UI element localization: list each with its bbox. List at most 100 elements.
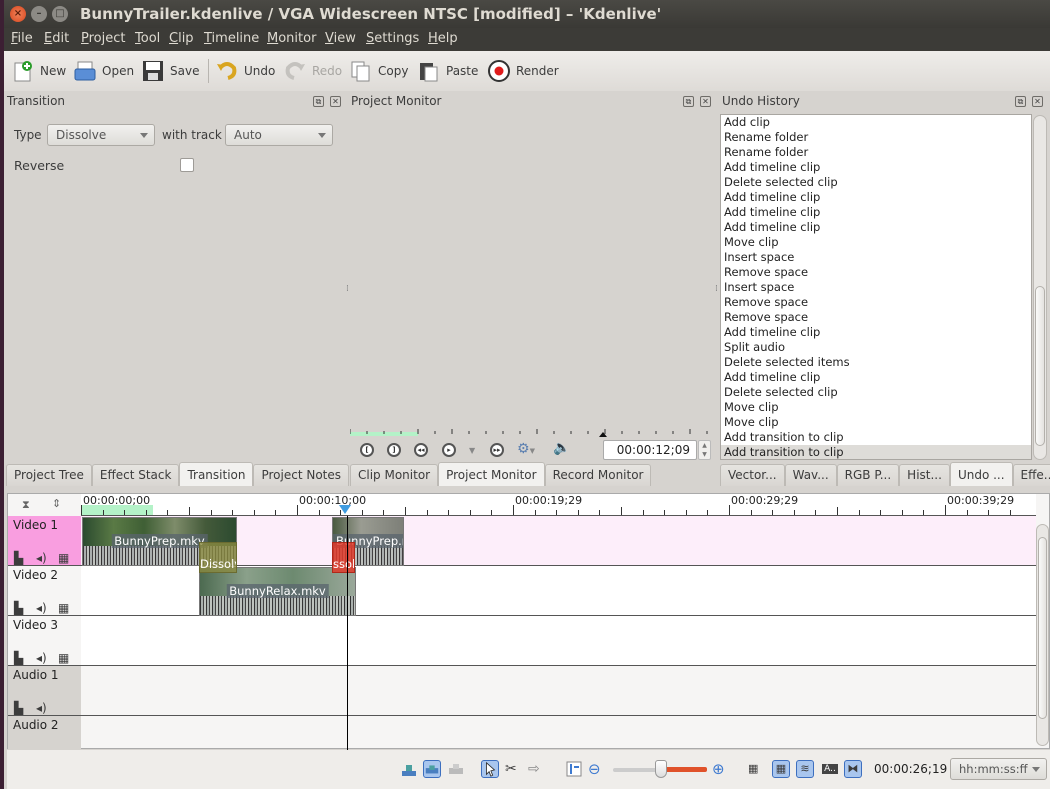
minimize-icon[interactable]: – (31, 6, 47, 22)
float-icon[interactable]: ⧉ (1015, 96, 1026, 107)
markers-icon[interactable]: A.. (822, 764, 838, 774)
collapse-tracks-icon[interactable]: ⧗ (22, 498, 30, 512)
list-item[interactable]: Rename folder (721, 130, 1031, 145)
list-item[interactable]: Delete selected clip (721, 175, 1031, 190)
list-item[interactable]: Move clip (721, 415, 1031, 430)
splitter-handle-left[interactable]: ⁞ (346, 284, 349, 294)
tab-histogram[interactable]: Hist... (899, 464, 950, 486)
menu-timeline[interactable]: Timeline (204, 31, 259, 46)
timeline-clip[interactable]: BunnyRelax.mkv (199, 567, 356, 616)
menu-monitor[interactable]: Monitor (267, 31, 316, 46)
track-header-video-3[interactable]: Video 3 ▙ ◂) ▦ (8, 616, 81, 666)
monitor-timecode-field[interactable]: 00:00:12;09 (603, 440, 697, 460)
list-item[interactable]: Move clip (721, 400, 1031, 415)
rewind-icon[interactable]: ◂◂ (414, 443, 428, 457)
list-item[interactable]: Add timeline clip (721, 220, 1031, 235)
timecode-spinner[interactable]: ▲ ▼ (698, 440, 711, 460)
hide-video-icon[interactable]: ▦ (58, 651, 70, 665)
menu-file[interactable]: File (11, 31, 33, 46)
zoom-slider-handle[interactable] (655, 760, 667, 778)
menu-help[interactable]: Help (428, 31, 458, 46)
menu-project[interactable]: Project (81, 31, 126, 46)
tab-project-tree[interactable]: Project Tree (6, 464, 92, 486)
time-format-select[interactable]: hh:mm:ss:ff (950, 758, 1047, 780)
close-icon[interactable]: ✕ (700, 96, 711, 107)
tab-undo-history[interactable]: Undo ... (949, 462, 1013, 486)
with-track-select[interactable]: Auto (225, 124, 333, 146)
zoom-in-icon[interactable]: ⊕ (712, 760, 730, 778)
paste-button[interactable]: Paste (418, 59, 478, 83)
tab-effect-stack[interactable]: Effect Stack (91, 464, 180, 486)
insert-mode-icon[interactable] (423, 760, 441, 778)
list-item[interactable]: Add timeline clip (721, 205, 1031, 220)
list-item[interactable]: Remove space (721, 295, 1031, 310)
mute-audio-icon[interactable]: ◂) (36, 651, 48, 665)
zoom-slider-track[interactable] (613, 768, 661, 772)
forward-icon[interactable]: ▸▸ (490, 443, 504, 457)
menu-tool[interactable]: Tool (135, 31, 160, 46)
close-icon[interactable]: ✕ (330, 96, 341, 107)
menu-edit[interactable]: Edit (44, 31, 69, 46)
transition-dissolve[interactable]: Dissolv (199, 542, 237, 573)
list-item[interactable]: Remove space (721, 265, 1031, 280)
fit-zoom-icon[interactable] (565, 760, 583, 778)
list-item[interactable]: Add timeline clip (721, 190, 1031, 205)
scrollbar-thumb[interactable] (1038, 537, 1047, 719)
mute-audio-icon[interactable]: ◂) (36, 701, 48, 715)
splitter-handle-right[interactable]: ⁞ (715, 284, 718, 294)
list-item[interactable]: Add timeline clip (721, 325, 1031, 340)
razor-tool-icon[interactable]: ✂ (505, 760, 523, 778)
lock-icon[interactable]: ▙ (14, 701, 26, 715)
monitor-ruler[interactable] (350, 424, 712, 438)
zoom-out-icon[interactable]: ⊖ (588, 760, 606, 778)
redo-button[interactable]: Redo (284, 59, 342, 83)
timeline-vertical-scrollbar[interactable] (1036, 524, 1049, 746)
lock-icon[interactable]: ▙ (14, 651, 26, 665)
track-header-video-1[interactable]: Video 1 ▙ ◂) ▦ (8, 516, 81, 566)
list-item[interactable]: Delete selected items (721, 355, 1031, 370)
snap-icon[interactable]: ⧓ (844, 760, 862, 778)
list-item[interactable]: Insert space (721, 250, 1031, 265)
settings-icon[interactable]: ⚙▼ (517, 441, 535, 457)
track-header-audio-2[interactable]: Audio 2 (8, 716, 81, 750)
tab-record-monitor[interactable]: Record Monitor (544, 464, 652, 486)
lock-icon[interactable]: ▙ (14, 601, 26, 615)
list-item[interactable]: Rename folder (721, 145, 1031, 160)
list-item[interactable]: Insert space (721, 280, 1031, 295)
tab-transition[interactable]: Transition (179, 462, 254, 486)
list-item[interactable]: Remove space (721, 310, 1031, 325)
undo-button[interactable]: Undo (216, 59, 275, 83)
show-thumbnails-icon[interactable]: ▦ (748, 760, 766, 778)
set-zone-in-icon[interactable]: [ (360, 443, 374, 457)
maximize-icon[interactable]: □ (52, 6, 68, 22)
mute-audio-icon[interactable]: ◂) (36, 551, 48, 565)
track-header-audio-1[interactable]: Audio 1 ▙ ◂) (8, 666, 81, 716)
set-zone-out-icon[interactable]: ] (387, 443, 401, 457)
list-item[interactable]: Add timeline clip (721, 160, 1031, 175)
tab-clip-monitor[interactable]: Clip Monitor (350, 464, 439, 486)
list-item[interactable]: Move clip (721, 235, 1031, 250)
list-item[interactable]: Add transition to clip (721, 430, 1031, 445)
expand-tracks-icon[interactable]: ⇕ (52, 497, 61, 510)
playhead-marker-icon[interactable] (339, 505, 351, 514)
menu-clip[interactable]: Clip (169, 31, 194, 46)
selection-tool-icon[interactable] (481, 760, 499, 778)
audio-thumbnails-icon[interactable]: ≋ (796, 760, 814, 778)
list-item[interactable]: Delete selected clip (721, 385, 1031, 400)
track-audio-1[interactable] (81, 666, 1036, 716)
hide-video-icon[interactable]: ▦ (58, 601, 70, 615)
overwrite-mode-icon[interactable] (400, 760, 418, 778)
mute-audio-icon[interactable]: ◂) (36, 601, 48, 615)
transition-dissolve-selected[interactable]: ssol (332, 542, 355, 573)
timeline-playhead[interactable] (347, 516, 348, 750)
tab-project-monitor[interactable]: Project Monitor (438, 462, 545, 486)
list-item[interactable]: Add clip (721, 115, 1031, 130)
list-item[interactable]: Split audio (721, 340, 1031, 355)
reverse-checkbox[interactable] (180, 158, 194, 172)
float-icon[interactable]: ⧉ (683, 96, 694, 107)
hide-video-icon[interactable]: ▦ (58, 551, 70, 565)
spacer-tool-icon[interactable]: ⇨ (528, 760, 546, 778)
list-item[interactable]: Add timeline clip (721, 370, 1031, 385)
track-audio-2[interactable] (81, 716, 1036, 750)
tab-waveform[interactable]: Wav... (784, 464, 837, 486)
